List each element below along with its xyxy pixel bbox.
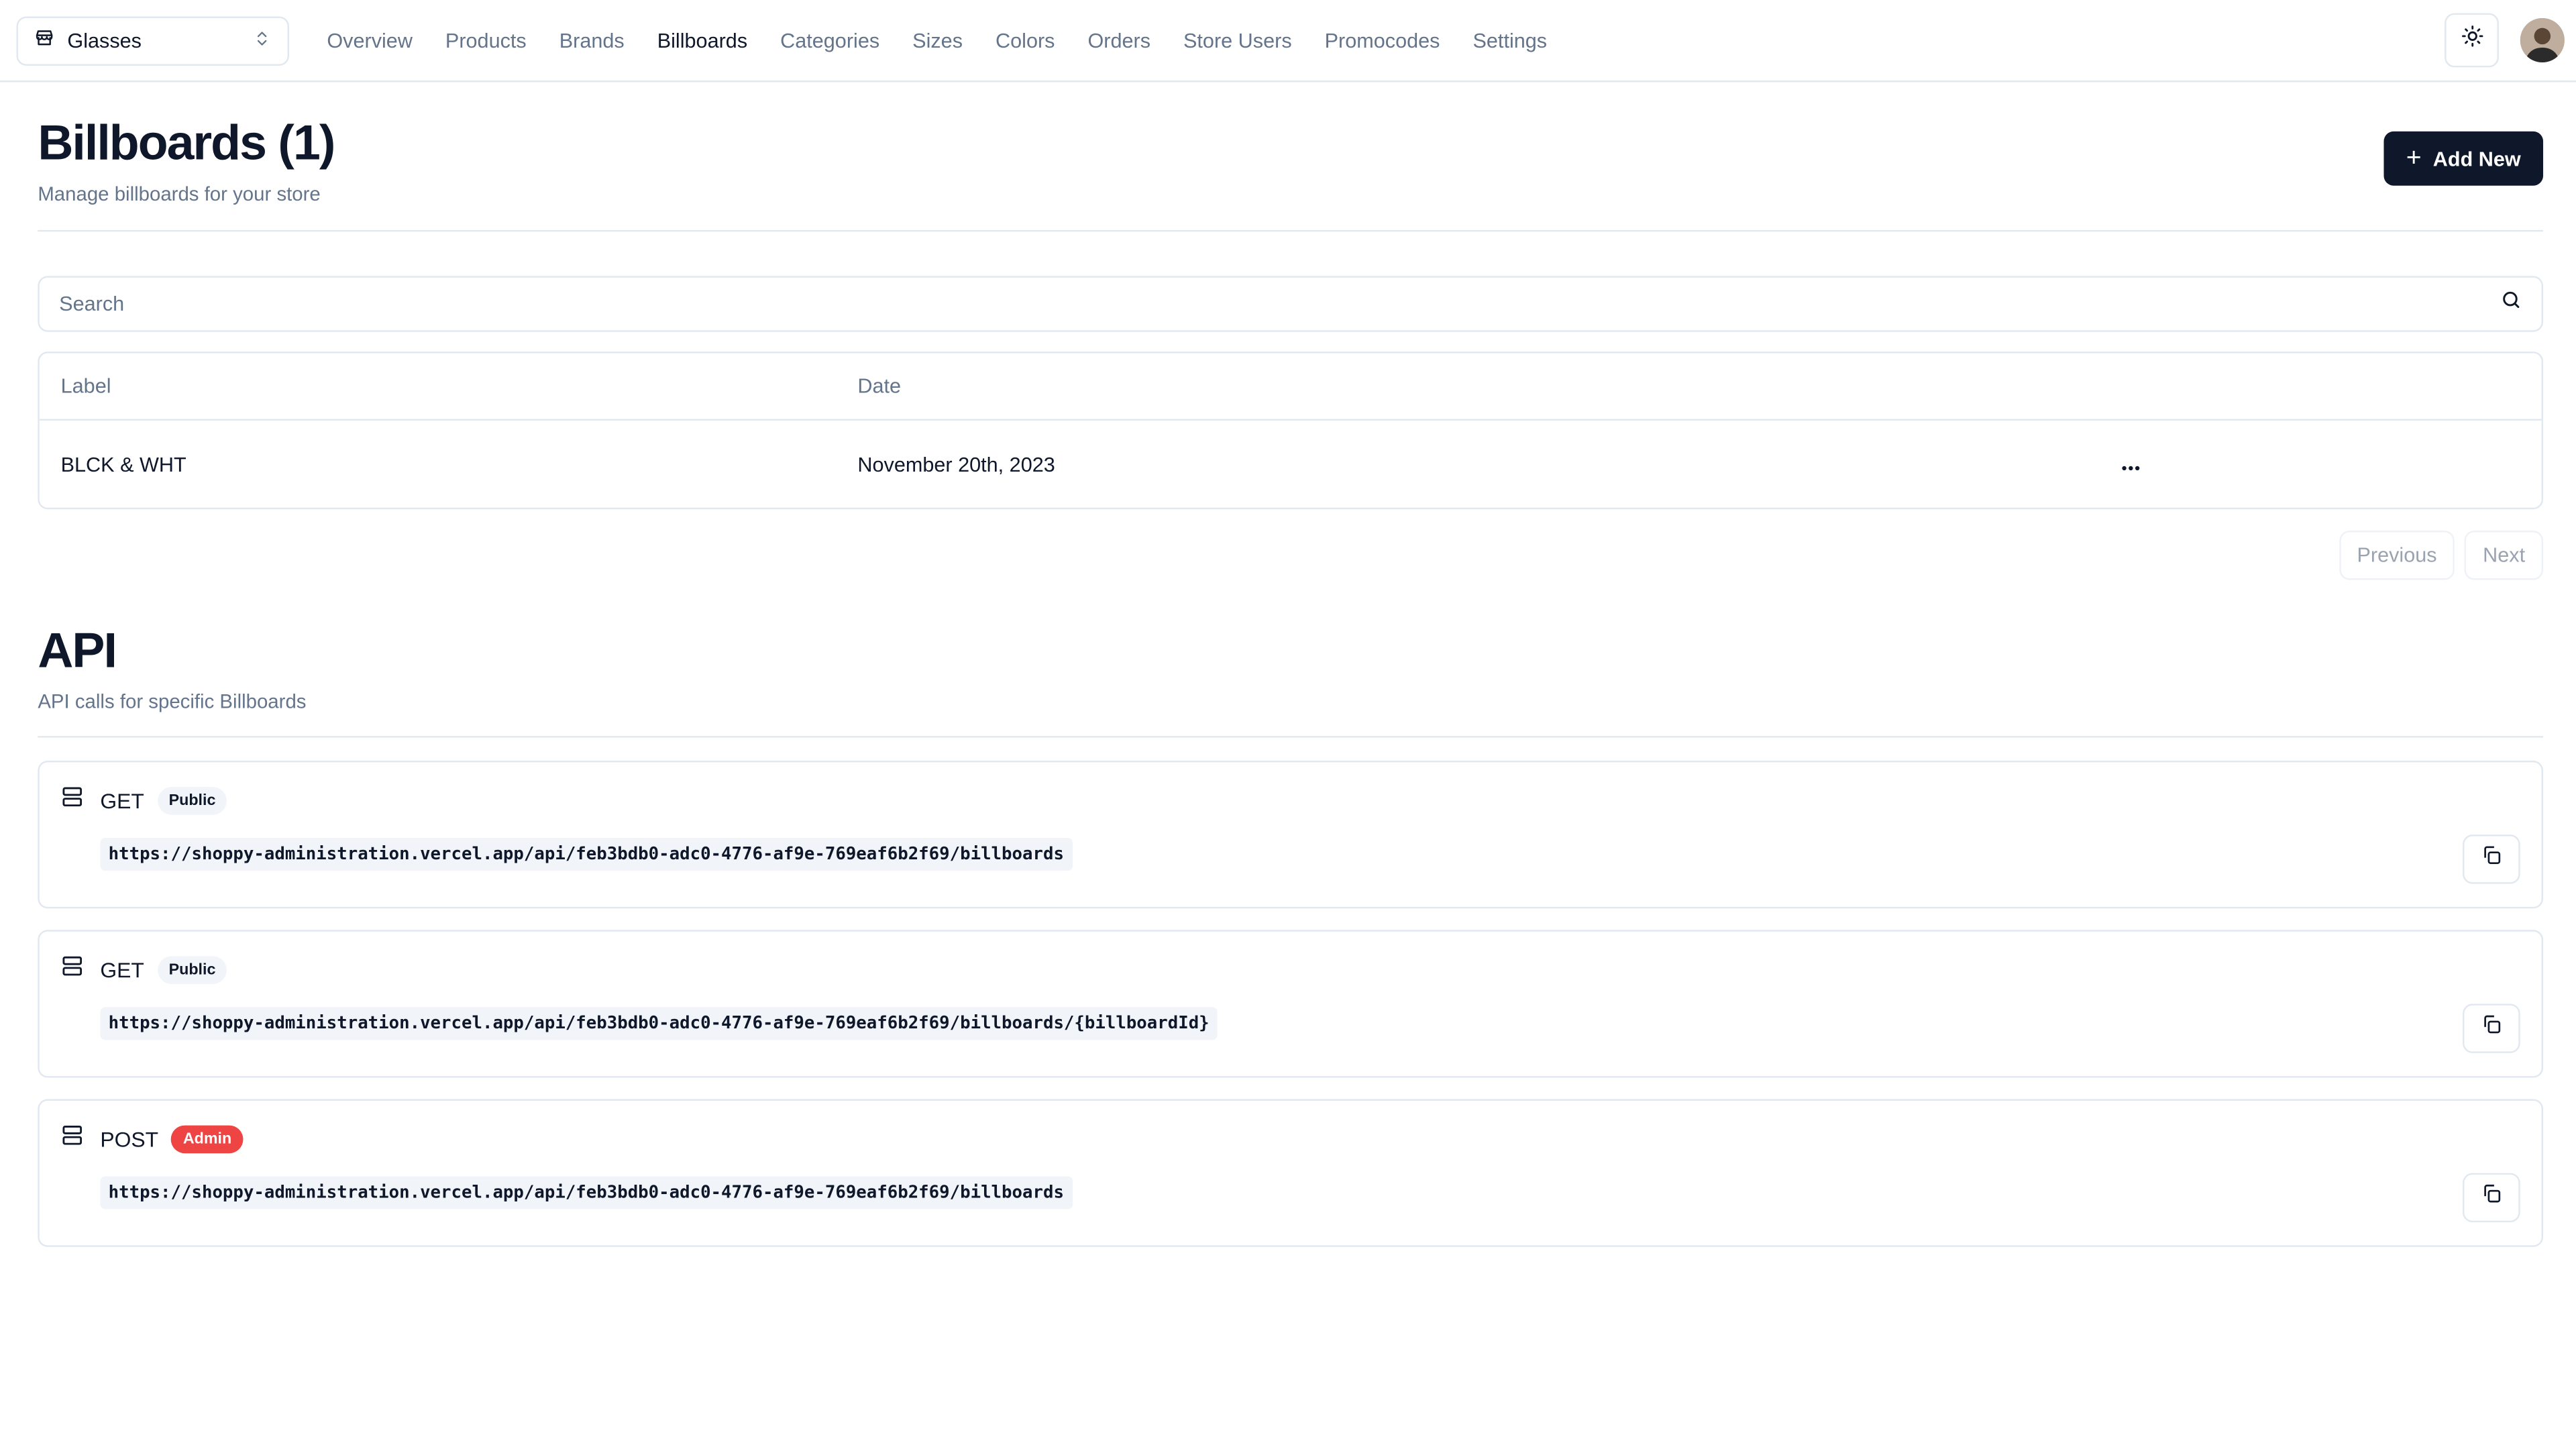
http-method: GET (100, 957, 144, 983)
column-header-date[interactable]: Date (857, 374, 2098, 397)
copy-icon (2481, 1183, 2502, 1212)
server-icon (61, 786, 84, 817)
more-horizontal-icon (2121, 453, 2141, 476)
api-endpoint-card: GET Public https://shoppy-administration… (38, 760, 2544, 909)
search-bar (38, 276, 2544, 332)
avatar[interactable] (2520, 17, 2565, 63)
page-title: Billboards (1) (38, 116, 335, 171)
plus-icon: + (2406, 144, 2422, 172)
add-new-label: Add New (2432, 147, 2521, 170)
endpoint-url: https://shoppy-administration.vercel.app… (100, 1007, 1218, 1040)
api-title: API (38, 624, 117, 679)
copy-icon (2481, 1014, 2502, 1043)
nav-store-users[interactable]: Store Users (1183, 29, 1292, 52)
nav-sizes[interactable]: Sizes (912, 29, 963, 52)
column-header-label[interactable]: Label (40, 374, 858, 397)
server-icon (61, 1124, 84, 1155)
previous-button[interactable]: Previous (2339, 531, 2455, 580)
copy-button[interactable] (2463, 1173, 2520, 1223)
nav-categories[interactable]: Categories (780, 29, 879, 52)
server-icon (61, 955, 84, 986)
nav-billboards[interactable]: Billboards (657, 29, 747, 52)
nav-settings[interactable]: Settings (1472, 29, 1547, 52)
nav-products[interactable]: Products (445, 29, 527, 52)
nav-promocodes[interactable]: Promocodes (1325, 29, 1440, 52)
next-button[interactable]: Next (2465, 531, 2544, 580)
store-switcher[interactable]: Glasses (16, 15, 290, 65)
add-new-button[interactable]: + Add New (2383, 131, 2544, 186)
pagination: Previous Next (38, 531, 2544, 580)
row-actions-button[interactable] (2098, 453, 2163, 476)
api-description: API calls for specific Billboards (38, 690, 307, 713)
search-input[interactable] (56, 290, 2501, 317)
search-icon[interactable] (2500, 289, 2522, 319)
topbar-actions (2445, 13, 2565, 68)
top-navbar: Glasses Overview Products Brands Billboa… (0, 0, 2576, 83)
access-badge: Public (157, 787, 227, 815)
page-content: Billboards (1) Manage billboards for you… (0, 82, 2576, 1247)
theme-toggle-button[interactable] (2445, 13, 2499, 68)
nav-orders[interactable]: Orders (1087, 29, 1150, 52)
billboards-table: Label Date BLCK & WHT November 20th, 202… (38, 352, 2544, 510)
cell-label: BLCK & WHT (60, 452, 186, 476)
sun-icon (2460, 25, 2483, 56)
divider (38, 736, 2544, 738)
divider (38, 229, 2544, 232)
admin-badge: Admin (171, 1125, 244, 1154)
access-badge: Public (157, 956, 227, 984)
copy-button[interactable] (2463, 1004, 2520, 1053)
store-icon (34, 28, 54, 53)
table-row: BLCK & WHT November 20th, 2023 (40, 421, 2542, 508)
api-endpoint-card: POST Admin https://shoppy-administration… (38, 1099, 2544, 1247)
http-method: POST (100, 1127, 159, 1152)
main-nav: Overview Products Brands Billboards Cate… (327, 29, 1580, 52)
cell-date: November 20th, 2023 (857, 452, 1055, 476)
nav-brands[interactable]: Brands (559, 29, 625, 52)
page-description: Manage billboards for your store (38, 182, 321, 206)
nav-overview[interactable]: Overview (327, 29, 413, 52)
nav-colors[interactable]: Colors (996, 29, 1055, 52)
api-endpoint-card: GET Public https://shoppy-administration… (38, 930, 2544, 1078)
endpoint-url: https://shoppy-administration.vercel.app… (100, 1176, 1073, 1210)
chevrons-up-down-icon (253, 29, 271, 52)
endpoint-url: https://shoppy-administration.vercel.app… (100, 837, 1073, 871)
store-name: Glasses (67, 28, 142, 52)
table-header: Label Date (39, 354, 2542, 421)
page-heading: Billboards (1) Manage billboards for you… (38, 82, 2544, 206)
http-method: GET (100, 788, 144, 814)
copy-icon (2481, 845, 2502, 874)
copy-button[interactable] (2463, 835, 2520, 884)
